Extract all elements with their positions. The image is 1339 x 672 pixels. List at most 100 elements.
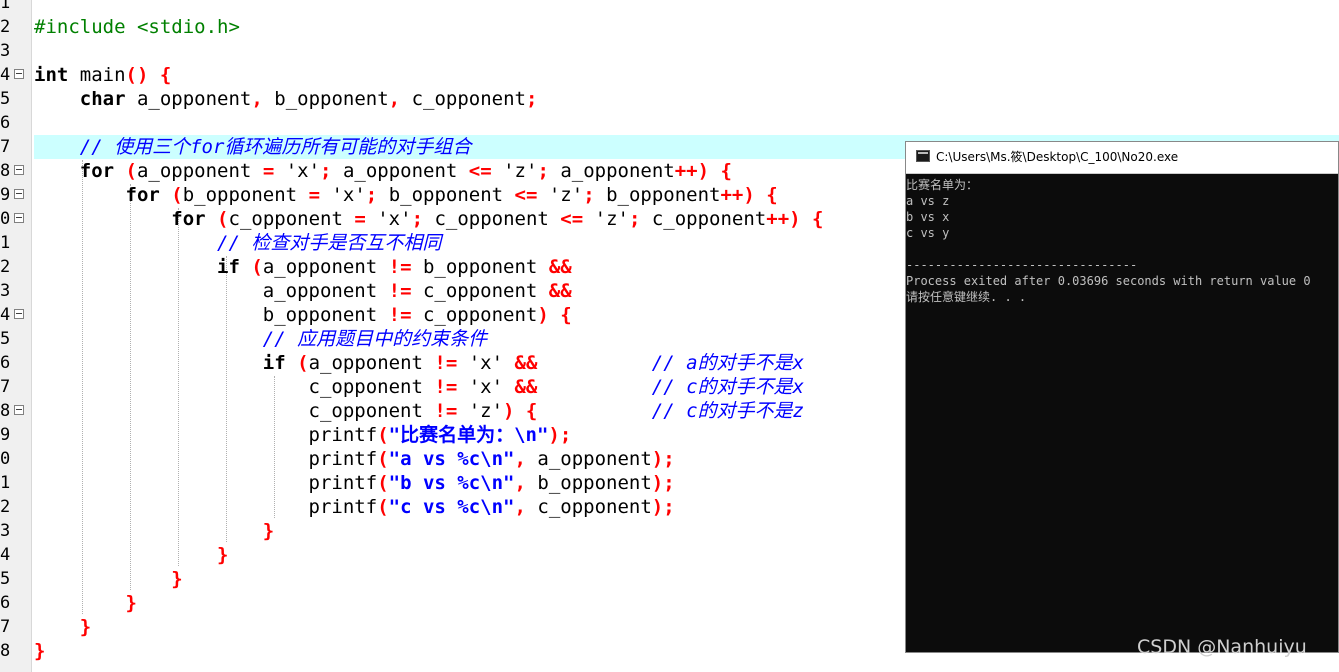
identifier: a_opponent: [262, 256, 389, 278]
fold-minus-icon[interactable]: [14, 405, 24, 415]
punctuation: ;: [525, 88, 538, 110]
punctuation: ) {: [697, 160, 732, 182]
line-number: 9: [0, 423, 31, 447]
identifier: b_opponent: [411, 256, 549, 278]
line-number-text: 6: [0, 353, 11, 373]
console-output[interactable]: 比赛名单为： a vs z b vs x c vs y ------------…: [906, 173, 1338, 652]
fold-minus-icon[interactable]: [14, 69, 24, 79]
watermark: CSDN @Nanhuiyu: [1137, 636, 1307, 658]
console-title: C:\Users\Ms.筱\Desktop\C_100\No20.exe: [936, 150, 1179, 164]
identifier: b_opponent: [525, 472, 652, 494]
line-number: 1: [0, 231, 31, 255]
char-literal: 'z': [457, 400, 504, 422]
punctuation: (: [114, 160, 137, 182]
punctuation: (: [205, 208, 229, 230]
line-number-text: 8: [0, 161, 11, 181]
closing-brace: }: [125, 592, 137, 614]
line-number-text: 1: [0, 233, 11, 253]
identifier: c_opponent: [411, 304, 538, 326]
line-number-text: 5: [0, 329, 11, 349]
operator: !=: [434, 376, 458, 398]
closing-brace: }: [34, 640, 46, 662]
char-literal: 'z': [583, 208, 629, 230]
char-literal: 'z': [537, 184, 584, 206]
fold-minus-icon[interactable]: [14, 165, 24, 175]
punctuation: (: [285, 352, 309, 374]
line-number: 3: [0, 39, 31, 63]
keyword: for: [125, 184, 160, 206]
punctuation: ) {: [537, 304, 572, 326]
punctuation: (: [159, 184, 183, 206]
preprocessor-directive: #include <stdio.h>: [34, 16, 240, 38]
closing-brace: }: [217, 544, 229, 566]
line-number: 4: [0, 303, 31, 327]
identifier: c_opponent: [308, 400, 435, 422]
line-number: 8: [0, 399, 31, 423]
line-number-gutter: 1 2 3 4 5 6 7 8 9 0 1 2 3 4 5 6 7 8 9 0 …: [0, 0, 32, 672]
console-app-icon: [916, 150, 930, 162]
operator: !=: [434, 352, 458, 374]
function-call: printf: [308, 448, 378, 470]
code-line[interactable]: int main() {: [34, 63, 1339, 87]
code-line[interactable]: #include <stdio.h>: [34, 15, 1339, 39]
fold-minus-icon[interactable]: [14, 189, 24, 199]
identifier: a_opponent: [262, 280, 389, 302]
line-number-text: 6: [0, 113, 11, 133]
punctuation: ) {: [503, 400, 538, 422]
punctuation: ;: [628, 208, 641, 230]
punctuation: ) {: [743, 184, 778, 206]
identifier: c_opponent: [423, 208, 561, 230]
char-literal: 'x': [365, 208, 412, 230]
identifier: c_opponent: [525, 496, 652, 518]
closing-brace: }: [79, 616, 92, 638]
line-number-text: 2: [0, 17, 11, 37]
line-number: 2: [0, 255, 31, 279]
closing-brace: }: [171, 568, 183, 590]
line-number: 6: [0, 591, 31, 615]
comment: // 使用三个for循环遍历所有可能的对手组合: [79, 136, 472, 158]
punctuation: ;: [537, 160, 549, 182]
string-literal: "c vs %c\n": [388, 496, 515, 518]
punctuation: ,: [514, 496, 526, 518]
punctuation: ,: [251, 88, 263, 110]
line-number-text: 1: [0, 473, 11, 493]
operator: !=: [434, 400, 458, 422]
console-window[interactable]: C:\Users\Ms.筱\Desktop\C_100\No20.exe 比赛名…: [905, 141, 1339, 653]
identifier: c_opponent: [411, 280, 549, 302]
line-number: 5: [0, 327, 31, 351]
fold-minus-icon[interactable]: [14, 309, 24, 319]
line-number-text: 7: [0, 377, 11, 397]
line-number: 9: [0, 183, 31, 207]
comment: // a的对手不是x: [651, 352, 804, 374]
line-number: 6: [0, 111, 31, 135]
punctuation: (: [239, 256, 263, 278]
fold-minus-icon[interactable]: [14, 213, 24, 223]
line-number-text: 4: [0, 65, 11, 85]
line-number: 5: [0, 567, 31, 591]
string-literal: "比赛名单为：\n": [388, 424, 549, 446]
console-output-line: --------------------------------: [906, 258, 1138, 272]
operator: !=: [388, 280, 412, 302]
function-call: printf: [308, 472, 378, 494]
identifier: c_opponent: [308, 376, 435, 398]
line-number: 5: [0, 87, 31, 111]
code-line[interactable]: char a_opponent, b_opponent, c_opponent;: [34, 87, 1339, 111]
identifier: a_opponent: [308, 352, 435, 374]
identifier: c_opponent: [640, 208, 767, 230]
comment: // c的对手不是z: [651, 400, 804, 422]
operator: &&: [514, 352, 538, 374]
punctuation: () {: [125, 64, 172, 86]
identifier: b_opponent: [377, 184, 515, 206]
keyword: for: [171, 208, 206, 230]
line-number: 4: [0, 63, 31, 87]
line-number-text: 0: [0, 449, 11, 469]
console-title-bar[interactable]: C:\Users\Ms.筱\Desktop\C_100\No20.exe: [906, 142, 1338, 174]
line-number-text: 4: [0, 305, 11, 325]
operator: &&: [548, 280, 572, 302]
operator: &&: [514, 376, 538, 398]
identifier: a_opponent: [125, 88, 252, 110]
function-name: main: [68, 64, 126, 86]
